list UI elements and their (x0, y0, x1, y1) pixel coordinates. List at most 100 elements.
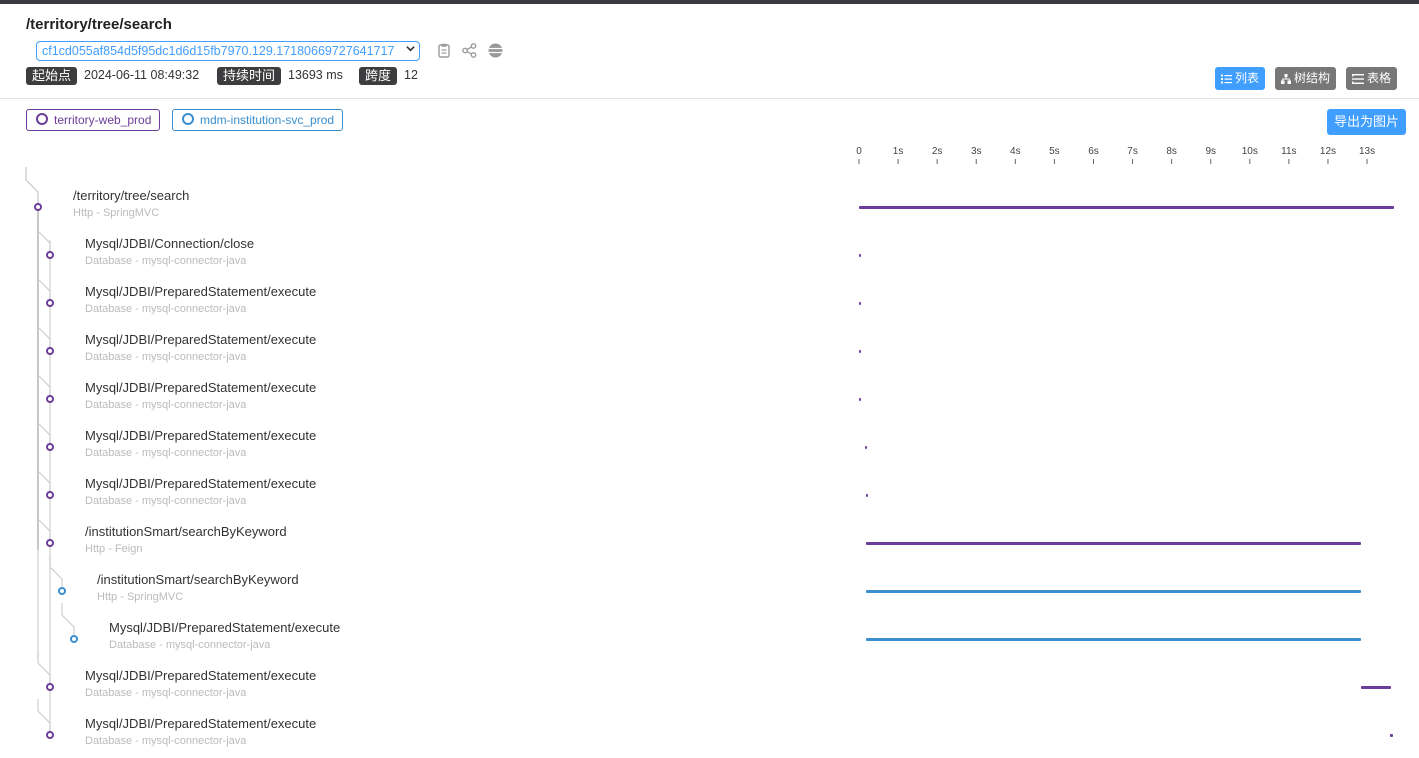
span-bar[interactable] (859, 302, 861, 305)
list-view-label: 列表 (1235, 71, 1260, 85)
tag-span-label: 跨度 (359, 67, 398, 85)
span-row[interactable]: /territory/tree/search Http - SpringMVC (73, 188, 189, 219)
span-bar[interactable] (859, 398, 861, 401)
span-node-dot (46, 395, 54, 403)
span-subtitle: Http - Feign (85, 543, 143, 555)
tree-icon (1281, 74, 1291, 84)
trace-id-select[interactable]: cf1cd055af854d5f95dc1d6d15fb7970.129.171… (36, 41, 420, 61)
tree-connector (37, 315, 51, 351)
span-row[interactable]: Mysql/JDBI/Connection/close Database - my… (85, 236, 254, 267)
tree-connector (37, 507, 51, 543)
top-border (0, 0, 1419, 4)
axis-tick-label: 9s (1205, 146, 1216, 157)
share-icon[interactable] (462, 43, 478, 59)
list-view-button[interactable]: 列表 (1215, 67, 1266, 90)
tag-start-label: 起始点 (26, 67, 78, 85)
tree-connector (37, 699, 51, 735)
span-row[interactable]: Mysql/JDBI/PreparedStatement/execute Data… (85, 428, 316, 459)
tree-connector (25, 167, 39, 207)
span-bar[interactable] (859, 254, 861, 257)
axis-tick-label: 13s (1358, 146, 1376, 157)
table-view-button[interactable]: 表格 (1346, 67, 1398, 90)
trace-id-value: cf1cd055af854d5f95dc1d6d15fb7970.129.171… (42, 44, 395, 58)
tree-connector (37, 459, 51, 495)
table-icon (1352, 74, 1364, 84)
axis-tick-label: 0 (856, 146, 862, 157)
span-title: Mysql/JDBI/PreparedStatement/execute (109, 620, 341, 635)
span-bar[interactable] (1361, 686, 1392, 689)
span-subtitle: Database - mysql-connector-java (85, 399, 247, 411)
span-node-dot (46, 539, 54, 547)
axis-tick-label: 10s (1241, 146, 1258, 157)
tree-connector (37, 411, 51, 447)
span-subtitle: Database - mysql-connector-java (85, 255, 247, 267)
span-title: Mysql/JDBI/PreparedStatement/execute (85, 668, 317, 683)
span-row[interactable]: Mysql/JDBI/PreparedStatement/execute Data… (85, 476, 316, 507)
axis-tick-label: 3s (970, 146, 982, 157)
tag-span-value: 12 (404, 68, 418, 82)
axis-tick-label: 8s (1166, 146, 1177, 157)
clipboard-icon[interactable] (437, 43, 453, 59)
span-subtitle: Http - SpringMVC (97, 591, 184, 603)
service-filter-mdm-institution[interactable]: mdm-institution-svc_prod (172, 109, 344, 131)
span-row[interactable]: Mysql/JDBI/PreparedStatement/execute Data… (85, 332, 316, 363)
span-node-dot (70, 635, 78, 643)
span-row[interactable]: /institutionSmart/searchByKeyword Http - … (97, 572, 299, 603)
span-row[interactable]: /institutionSmart/searchByKeyword Http - … (85, 524, 287, 555)
list-icon (1221, 74, 1232, 84)
span-row[interactable]: Mysql/JDBI/PreparedStatement/execute Data… (109, 620, 340, 651)
header-divider (0, 98, 1419, 99)
span-node-dot (46, 443, 54, 451)
span-node-dot (58, 587, 66, 595)
span-row[interactable]: Mysql/JDBI/PreparedStatement/execute Data… (85, 716, 316, 747)
tree-connector (49, 555, 63, 591)
span-row[interactable]: Mysql/JDBI/PreparedStatement/execute Data… (85, 380, 316, 411)
tree-connector (37, 219, 51, 255)
span-bar[interactable] (866, 590, 1362, 593)
span-title: /territory/tree/search (73, 188, 190, 203)
span-bar[interactable] (859, 206, 1395, 209)
service-ring-icon (36, 113, 48, 125)
axis-tick-label: 7s (1127, 146, 1138, 157)
span-title: Mysql/JDBI/PreparedStatement/execute (85, 716, 317, 731)
span-title: Mysql/JDBI/PreparedStatement/execute (85, 284, 317, 299)
span-subtitle: Database - mysql-connector-java (85, 735, 247, 747)
service-name: mdm-institution-svc_prod (200, 113, 335, 127)
span-node-dot (46, 347, 54, 355)
span-title: Mysql/JDBI/PreparedStatement/execute (85, 380, 317, 395)
axis-tick-label: 12s (1319, 146, 1337, 157)
tree-connector (37, 267, 51, 303)
span-node-dot (46, 491, 54, 499)
service-filter-territory-web[interactable]: territory-web_prod (26, 109, 161, 131)
database-icon[interactable] (488, 43, 504, 59)
tag-duration-label: 持续时间 (217, 67, 282, 85)
export-image-button[interactable]: 导出为图片 (1327, 109, 1406, 135)
span-row[interactable]: Mysql/JDBI/PreparedStatement/execute Data… (85, 284, 316, 315)
span-node-dot (46, 731, 54, 739)
axis-tick-label: 1s (892, 146, 904, 157)
span-bar[interactable] (865, 446, 868, 449)
page-title: /territory/tree/search (26, 16, 172, 33)
axis-tick-label: 5s (1049, 146, 1060, 157)
span-bar[interactable] (859, 350, 861, 353)
table-view-label: 表格 (1367, 71, 1392, 85)
span-bar[interactable] (865, 494, 868, 497)
span-bar[interactable] (1390, 734, 1393, 737)
span-row[interactable]: Mysql/JDBI/PreparedStatement/execute Data… (85, 668, 316, 699)
span-node-dot (46, 299, 54, 307)
span-node-dot (46, 683, 54, 691)
tree-connector (37, 651, 51, 687)
span-title: /institutionSmart/searchByKeyword (85, 524, 287, 539)
tag-start-value: 2024-06-11 08:49:32 (84, 68, 200, 82)
span-subtitle: Http - SpringMVC (73, 207, 160, 219)
span-subtitle: Database - mysql-connector-java (85, 303, 247, 315)
span-title: Mysql/JDBI/PreparedStatement/execute (85, 332, 317, 347)
span-subtitle: Database - mysql-connector-java (85, 351, 247, 363)
tree-connector (37, 363, 51, 399)
span-subtitle: Database - mysql-connector-java (85, 495, 247, 507)
span-bar[interactable] (866, 542, 1362, 545)
tree-view-button[interactable]: 树结构 (1275, 67, 1337, 90)
tree-view-label: 树结构 (1294, 71, 1331, 85)
span-bar[interactable] (866, 638, 1362, 641)
chevron-down-icon (406, 44, 415, 56)
